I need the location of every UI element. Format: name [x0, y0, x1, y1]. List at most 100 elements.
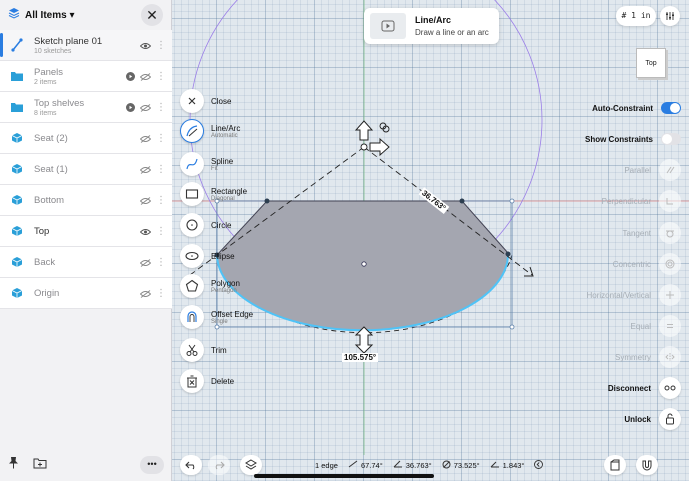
tool-polygon[interactable]: Polygon Pentagon	[180, 273, 240, 299]
pin-icon[interactable]	[8, 456, 19, 474]
list-item-top-shelves[interactable]: Top shelves 8 items ⋮	[0, 92, 172, 123]
tool-circle[interactable]: Circle	[180, 212, 231, 238]
constraint-parallel[interactable]: Parallel	[624, 159, 681, 181]
disconnect-row[interactable]: Disconnect	[608, 377, 681, 399]
hidden-eye-icon[interactable]	[139, 130, 152, 148]
tool-line-arc[interactable]: Line/Arc Automatic	[180, 118, 240, 144]
polygon-icon[interactable]	[180, 274, 204, 298]
unlock-row[interactable]: Unlock	[624, 408, 681, 430]
items-sidebar: All Items ▾ ✕ Sketch plane 01 10 sketches…	[0, 0, 172, 481]
angle-dimension-label[interactable]: 105.575°	[342, 353, 379, 362]
spline-icon[interactable]	[180, 152, 204, 176]
trim-icon[interactable]	[180, 338, 204, 362]
show-constraints-toggle[interactable]	[661, 133, 681, 145]
tool-rectangle[interactable]: Rectangle Diagonal	[180, 181, 247, 207]
layers-toggle-icon[interactable]	[240, 455, 262, 475]
perpendicular-icon[interactable]	[659, 190, 681, 212]
constraint-equal[interactable]: Equal	[631, 315, 681, 337]
list-item-origin[interactable]: Origin ⋮	[0, 278, 172, 309]
list-item-seat-2[interactable]: Seat (2) ⋮	[0, 123, 172, 154]
move-arrows-icon[interactable]	[354, 120, 390, 157]
delete-icon[interactable]	[180, 369, 204, 393]
units-selector[interactable]: # 1 in	[616, 6, 656, 26]
hidden-eye-icon[interactable]	[139, 68, 152, 86]
drag-handle-icon[interactable]: ⋮	[156, 195, 166, 206]
link-icon[interactable]	[379, 122, 390, 133]
drag-handle-icon[interactable]: ⋮	[156, 288, 166, 299]
tool-spline[interactable]: Spline Fit	[180, 151, 233, 177]
hidden-eye-icon[interactable]	[139, 192, 152, 210]
list-item-bottom[interactable]: Bottom ⋮	[0, 185, 172, 216]
vertex-handle[interactable]	[459, 198, 465, 204]
more-options-button[interactable]: •••	[140, 456, 164, 474]
vertex-handle[interactable]	[360, 143, 368, 151]
vertex-handle[interactable]	[505, 251, 511, 257]
visibility-eye-icon[interactable]	[139, 37, 152, 55]
list-item-panels[interactable]: Panels 2 items ⋮	[0, 61, 172, 92]
hidden-eye-icon[interactable]	[139, 254, 152, 272]
play-icon[interactable]	[126, 99, 135, 117]
cube-icon	[10, 162, 24, 176]
redo-icon[interactable]	[208, 455, 230, 475]
bbox-handle[interactable]	[509, 198, 515, 204]
visibility-eye-icon[interactable]	[139, 223, 152, 241]
material-icon[interactable]	[604, 455, 626, 475]
tool-trim[interactable]: Trim	[180, 337, 227, 363]
unlock-icon[interactable]	[659, 408, 681, 430]
auto-constraint-row[interactable]: Auto-Constraint	[592, 97, 681, 119]
concentric-icon[interactable]	[659, 253, 681, 275]
tool-ellipse[interactable]: Ellipse	[180, 243, 235, 269]
selection-indicator	[0, 33, 3, 57]
tool-close[interactable]: Close	[180, 88, 231, 114]
disconnect-icon[interactable]	[659, 377, 681, 399]
constraint-concentric[interactable]: Concentric	[613, 253, 681, 275]
drag-handle-icon[interactable]: ⋮	[156, 71, 166, 82]
constraint-horizontal-vertical[interactable]: Horizontal/Vertical	[587, 284, 681, 306]
video-play-icon[interactable]	[370, 13, 406, 39]
hidden-eye-icon[interactable]	[139, 99, 152, 117]
list-item-sketch-plane[interactable]: Sketch plane 01 10 sketches ⋮	[0, 30, 172, 61]
all-items-dropdown[interactable]: All Items ▾	[25, 10, 74, 21]
drag-handle-icon[interactable]: ⋮	[156, 102, 166, 113]
list-item-back[interactable]: Back ⋮	[0, 247, 172, 278]
close-icon[interactable]	[180, 89, 204, 113]
constraint-tangent[interactable]: Tangent	[623, 222, 681, 244]
play-icon[interactable]	[126, 68, 135, 86]
drag-handle-icon[interactable]: ⋮	[156, 164, 166, 175]
tool-offset-edge[interactable]: Offset Edge Single	[180, 304, 253, 330]
ellipse-icon[interactable]	[180, 244, 204, 268]
list-item-name: Seat (2)	[34, 132, 68, 144]
horizontal-vertical-icon[interactable]	[659, 284, 681, 306]
undo-icon[interactable]	[180, 455, 202, 475]
circle-icon[interactable]	[180, 213, 204, 237]
drag-handle-icon[interactable]: ⋮	[156, 257, 166, 268]
constraint-symmetry[interactable]: Symmetry	[615, 346, 681, 368]
drag-handle-icon[interactable]: ⋮	[156, 226, 166, 237]
constraint-perpendicular[interactable]: Perpendicular	[602, 190, 681, 212]
offset-edge-icon[interactable]	[180, 305, 204, 329]
add-folder-icon[interactable]	[33, 456, 47, 474]
list-item-seat-1[interactable]: Seat (1) ⋮	[0, 154, 172, 185]
auto-constraint-toggle[interactable]	[661, 102, 681, 114]
line-arc-icon[interactable]	[180, 119, 204, 143]
drag-handle-icon[interactable]: ⋮	[156, 40, 166, 51]
bbox-handle[interactable]	[509, 324, 515, 330]
list-item-top[interactable]: Top ⋮	[0, 216, 172, 247]
chevron-left-icon[interactable]	[534, 459, 544, 471]
tangent-icon[interactable]	[659, 222, 681, 244]
grid-settings-icon[interactable]	[660, 6, 680, 26]
vertex-handle[interactable]	[264, 198, 270, 204]
hidden-eye-icon[interactable]	[139, 161, 152, 179]
snap-magnet-icon[interactable]	[636, 455, 658, 475]
rectangle-icon[interactable]	[180, 182, 204, 206]
close-sidebar-button[interactable]: ✕	[141, 4, 163, 26]
hidden-eye-icon[interactable]	[139, 285, 152, 303]
show-constraints-row[interactable]: Show Constraints	[585, 128, 681, 150]
tool-delete[interactable]: Delete	[180, 368, 234, 394]
symmetry-icon[interactable]	[659, 346, 681, 368]
view-cube[interactable]: Top	[636, 48, 666, 78]
parallel-icon[interactable]	[659, 159, 681, 181]
equal-icon[interactable]	[659, 315, 681, 337]
center-handle[interactable]	[361, 261, 367, 267]
drag-handle-icon[interactable]: ⋮	[156, 133, 166, 144]
